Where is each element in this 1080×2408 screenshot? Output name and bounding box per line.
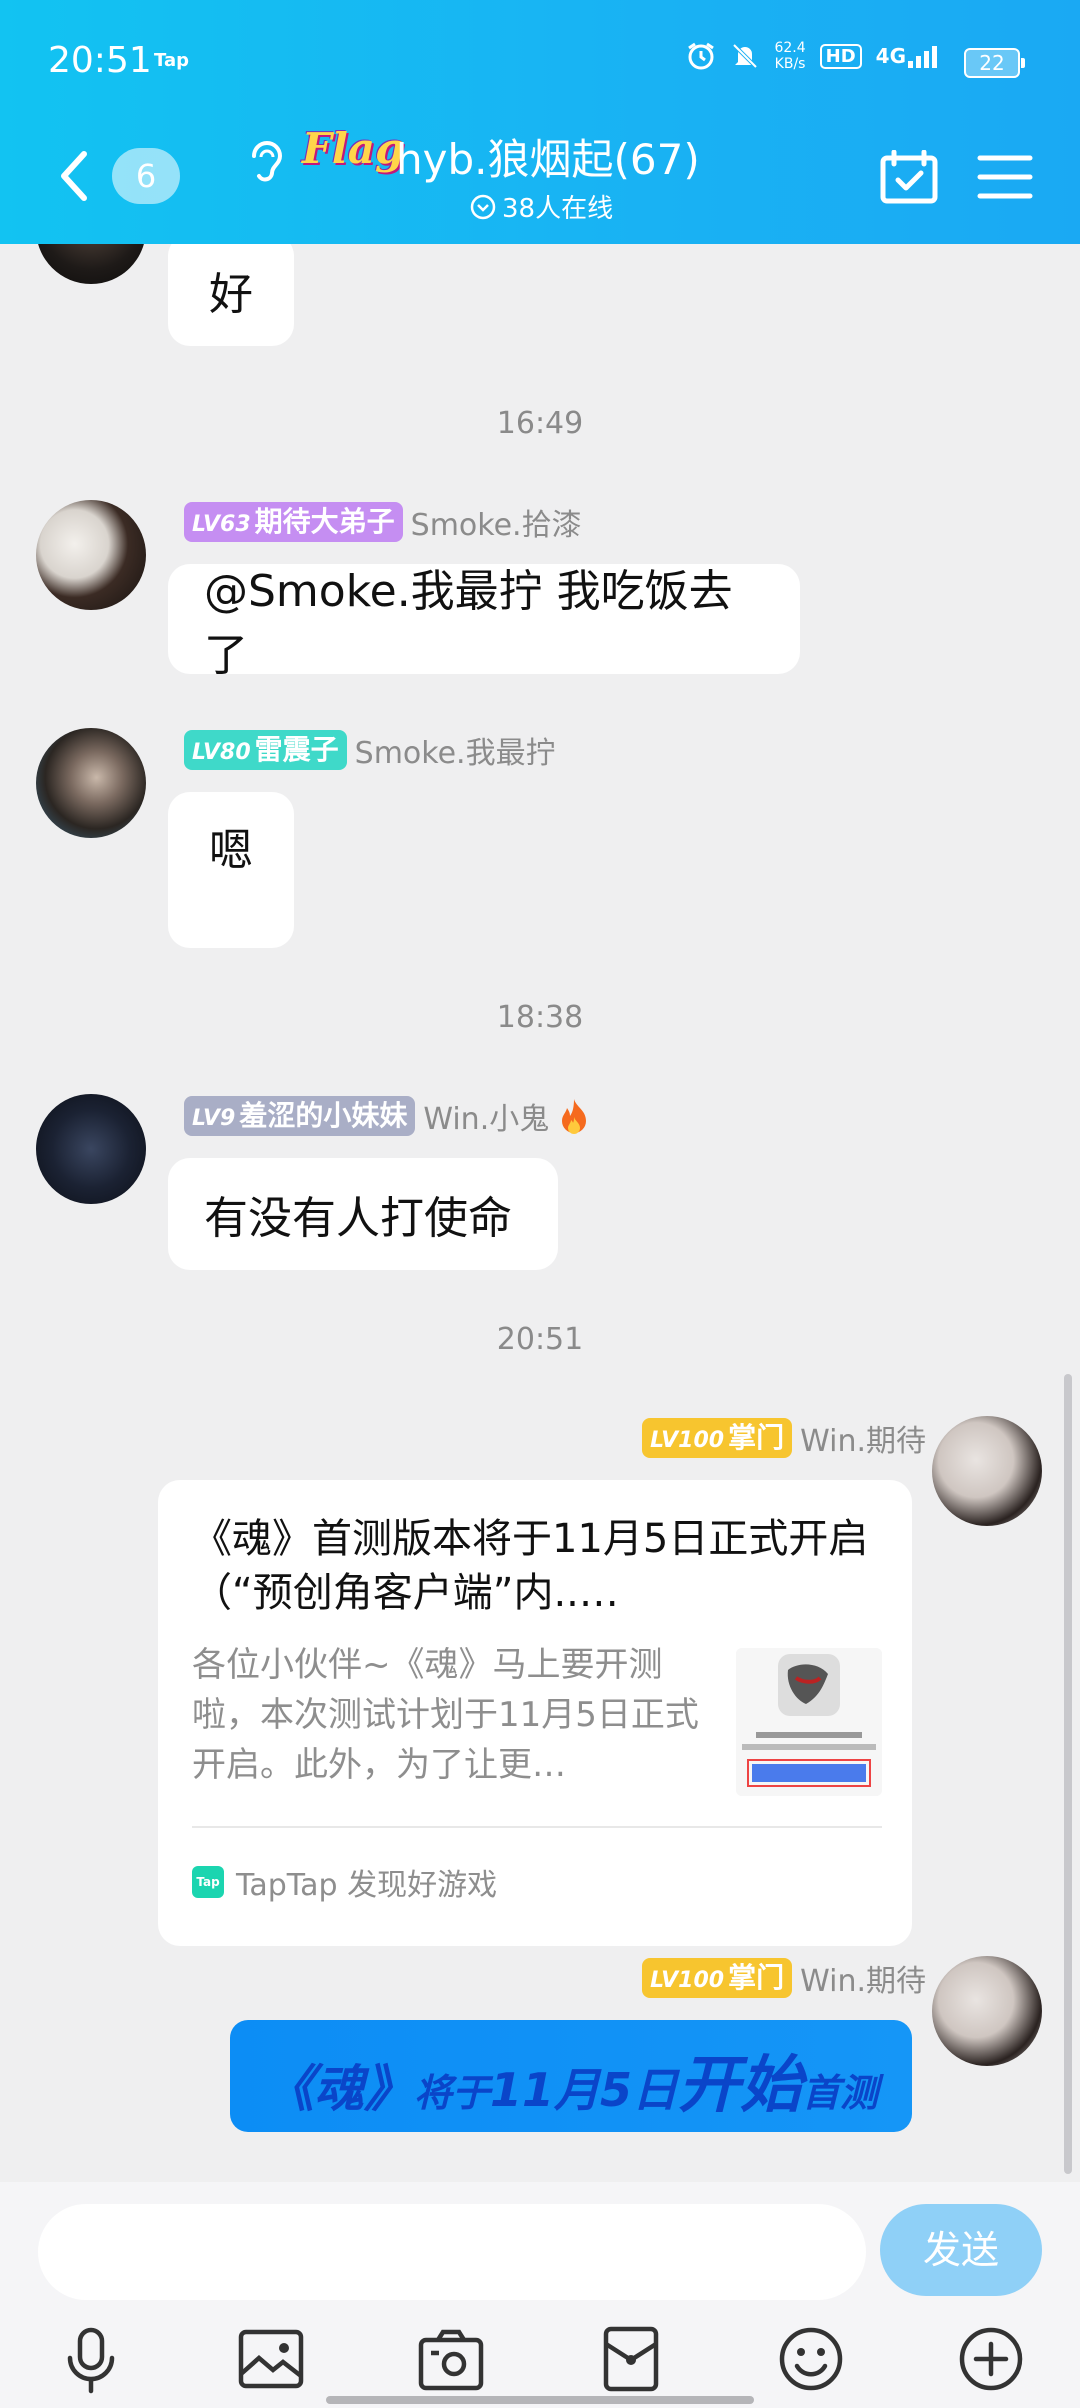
message-input[interactable] <box>38 2204 866 2300</box>
card-thumbnail <box>736 1648 882 1796</box>
scrollbar[interactable] <box>1064 1374 1072 2174</box>
online-count-text: 38人在线 <box>502 194 614 224</box>
image-icon[interactable] <box>236 2324 306 2394</box>
timestamp: 16:49 <box>496 406 584 441</box>
status-icons: 62.4 KB/s HD 4G <box>686 40 938 72</box>
banner-text: 首测 <box>802 2071 879 2115</box>
mic-icon[interactable] <box>56 2324 126 2394</box>
input-bar: 发送 <box>0 2182 1080 2408</box>
emoji-icon[interactable] <box>776 2324 846 2394</box>
timestamp: 20:51 <box>496 1322 584 1357</box>
shared-link-card[interactable]: 《魂》首测版本将于11月5日正式开启（“预创角客户端”内..… 各位小伙伴~《魂… <box>158 1480 912 1946</box>
avatar[interactable] <box>36 244 146 284</box>
level-number: LV63 <box>192 512 251 537</box>
input-toolbar <box>0 2324 1080 2394</box>
back-arrow-icon[interactable] <box>54 148 94 204</box>
avatar[interactable] <box>36 500 146 610</box>
level-badge: LV9 羞涩的小妹妹 <box>184 1096 416 1136</box>
message-bubble[interactable]: 嗯 <box>168 792 294 948</box>
level-number: LV80 <box>192 740 251 765</box>
sender-name[interactable]: Win.期待 <box>800 1956 926 2000</box>
taptap-logo-icon: Tap <box>192 1866 224 1898</box>
network-speed: 62.4 KB/s <box>774 40 805 72</box>
menu-icon[interactable] <box>976 150 1034 204</box>
message-bubble[interactable]: 好 <box>168 244 294 346</box>
mute-bell-icon <box>733 43 758 69</box>
send-button[interactable]: 发送 <box>880 2204 1042 2296</box>
unread-count-badge[interactable]: 6 <box>112 148 180 204</box>
sender-name[interactable]: Smoke.我最拧 <box>355 728 556 772</box>
network-type: 4G <box>875 44 906 68</box>
group-title[interactable]: hyb.狼烟起(67) <box>396 126 700 187</box>
sender-line: LV80 雷震子 Smoke.我最拧 <box>184 728 556 772</box>
avatar[interactable] <box>36 728 146 838</box>
sender-line: LV100 掌门 Win.期待 <box>642 1416 926 1460</box>
banner-text-date: 11月5日 <box>489 2063 678 2117</box>
message-bubble[interactable]: 有没有人打使命 <box>168 1158 558 1270</box>
taptap-notification-icon: Tap <box>154 50 189 71</box>
rank-title: 羞涩的小妹妹 <box>239 1099 408 1132</box>
rank-title: 期待大弟子 <box>254 505 395 538</box>
battery-indicator: 22 <box>964 48 1025 78</box>
sender-name[interactable]: Win.小鬼 <box>423 1094 549 1138</box>
rank-title: 雷震子 <box>254 733 339 766</box>
home-indicator[interactable] <box>326 2396 754 2404</box>
card-source: Tap TapTap 发现好游戏 <box>192 1860 497 1904</box>
level-number: LV9 <box>192 1106 236 1131</box>
level-badge: LV80 雷震子 <box>184 730 347 770</box>
level-badge: LV100 掌门 <box>642 1958 793 1998</box>
signal-icon: 4G <box>876 44 938 68</box>
banner-text-start: 开始 <box>678 2048 803 2121</box>
level-badge: LV63 期待大弟子 <box>184 502 403 542</box>
camera-icon[interactable] <box>416 2324 486 2394</box>
online-count[interactable]: 38人在线 <box>470 188 613 225</box>
checkin-calendar-icon[interactable] <box>880 150 938 204</box>
sender-name[interactable]: Smoke.拾漆 <box>411 500 582 544</box>
fire-icon <box>562 1099 587 1134</box>
message-list[interactable]: 好 16:49 LV63 期待大弟子 Smoke.拾漆 @Smoke.我最拧 我吃… <box>0 244 1080 2182</box>
network-speed-value: 62.4 <box>774 40 806 56</box>
level-number: LV100 <box>650 1968 725 1993</box>
network-speed-unit: KB/s <box>774 56 806 72</box>
alarm-icon <box>688 42 715 70</box>
my-avatar[interactable] <box>932 1956 1042 2066</box>
ear-icon[interactable] <box>246 140 286 186</box>
card-source-text: TapTap 发现好游戏 <box>236 1868 498 1903</box>
sender-line: LV100 掌门 Win.期待 <box>642 1956 926 2000</box>
timestamp: 18:38 <box>496 1000 584 1035</box>
card-divider <box>192 1826 882 1828</box>
hd-icon: HD <box>819 43 862 69</box>
sender-line: LV63 期待大弟子 Smoke.拾漆 <box>184 500 582 544</box>
card-description: 各位小伙伴~《魂》马上要开测啦，本次测试计划于11月5日正式开启。此外，为了让更… <box>192 1645 699 1785</box>
group-flag-badge: Flag <box>302 124 405 173</box>
message-bubble[interactable]: @Smoke.我最拧 我吃饭去了 <box>168 564 800 681</box>
chat-header: 20:51 Tap 62.4 KB/s HD 4G 22 6 Flag hyb.… <box>0 0 1080 244</box>
status-time: 20:51 <box>48 40 152 81</box>
banner-text-title: 《魂》 <box>263 2060 414 2118</box>
avatar[interactable] <box>36 1094 146 1204</box>
banner-image-message[interactable]: 《魂》 将于 11月5日 开始 首测 <box>230 2020 912 2132</box>
red-packet-icon[interactable] <box>596 2324 666 2394</box>
rank-title: 掌门 <box>728 1421 785 1454</box>
chevron-down-circle-icon <box>470 194 496 219</box>
banner-text: 将于 <box>413 2071 490 2115</box>
level-badge: LV100 掌门 <box>642 1418 793 1458</box>
rank-title: 掌门 <box>728 1961 785 1994</box>
signal-bars-icon <box>908 46 937 68</box>
sender-line: LV9 羞涩的小妹妹 Win.小鬼 <box>184 1094 591 1138</box>
card-title: 《魂》首测版本将于11月5日正式开启（“预创角客户端”内..… <box>192 1516 869 1616</box>
game-thumbnail-image <box>736 1648 882 1796</box>
level-number: LV100 <box>650 1428 725 1453</box>
my-avatar[interactable] <box>932 1416 1042 1526</box>
plus-icon[interactable] <box>956 2324 1026 2394</box>
sender-name[interactable]: Win.期待 <box>800 1416 926 1460</box>
